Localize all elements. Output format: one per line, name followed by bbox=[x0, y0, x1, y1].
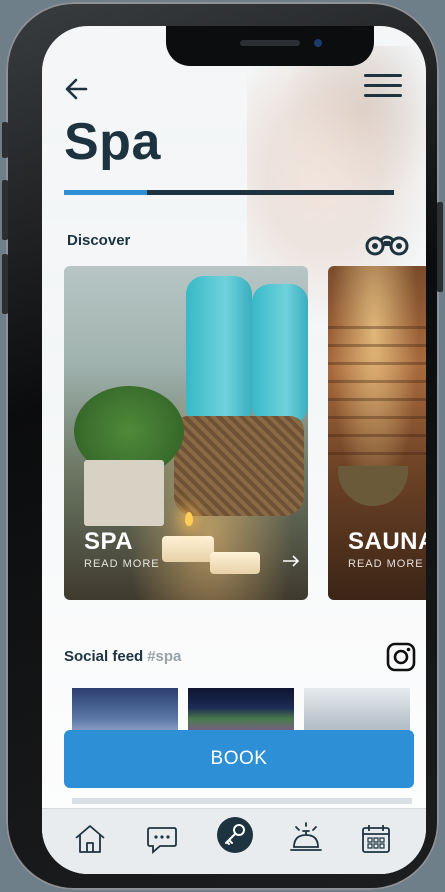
feed-row-edge bbox=[72, 798, 412, 804]
discover-carousel[interactable]: SPA READ MORE SAUNA READ MORE bbox=[64, 266, 426, 602]
concierge-bell-icon[interactable] bbox=[286, 819, 326, 859]
phone-frame: Spa Discover SPA READ MORE SAUN READ MOR… bbox=[2, 2, 443, 890]
social-feed-grid[interactable] bbox=[72, 688, 412, 732]
notch bbox=[166, 26, 374, 66]
binoculars-icon[interactable] bbox=[365, 230, 409, 256]
discover-card-sauna[interactable]: SAUNA READ MORE bbox=[328, 266, 426, 600]
progress-fill bbox=[64, 190, 147, 195]
card-read-more[interactable]: READ MORE bbox=[348, 558, 424, 570]
hamburger-menu-icon[interactable] bbox=[364, 70, 402, 100]
discover-card-spa[interactable]: SPA READ MORE bbox=[64, 266, 308, 600]
home-icon[interactable] bbox=[70, 819, 110, 859]
social-feed-hashtag[interactable]: #spa bbox=[147, 648, 181, 665]
discover-label: Discover bbox=[67, 232, 131, 249]
calendar-icon[interactable] bbox=[356, 819, 396, 859]
side-button bbox=[2, 122, 8, 158]
chat-icon[interactable] bbox=[142, 819, 182, 859]
social-feed-label: Social feed #spa bbox=[64, 648, 181, 665]
card-title: SAUNA bbox=[348, 528, 426, 555]
back-arrow-icon[interactable] bbox=[62, 74, 96, 104]
progress-bar bbox=[64, 190, 394, 195]
book-button[interactable]: BOOK bbox=[64, 730, 414, 788]
key-icon[interactable] bbox=[217, 817, 253, 853]
volume-up-button bbox=[2, 180, 8, 240]
feed-thumbnail[interactable] bbox=[304, 688, 410, 732]
arrow-right-icon[interactable] bbox=[282, 554, 300, 567]
bottom-tab-bar bbox=[42, 808, 426, 874]
card-read-more[interactable]: READ MORE bbox=[84, 558, 160, 570]
power-button bbox=[437, 202, 443, 292]
app-screen: Spa Discover SPA READ MORE SAUN READ MOR… bbox=[42, 26, 426, 874]
feed-thumbnail[interactable] bbox=[72, 688, 178, 732]
volume-down-button bbox=[2, 254, 8, 314]
card-title: SPA bbox=[84, 528, 134, 555]
social-feed-title: Social feed bbox=[64, 648, 144, 665]
feed-thumbnail[interactable] bbox=[188, 688, 294, 732]
page-title: Spa bbox=[64, 113, 161, 171]
instagram-icon[interactable] bbox=[386, 642, 416, 672]
